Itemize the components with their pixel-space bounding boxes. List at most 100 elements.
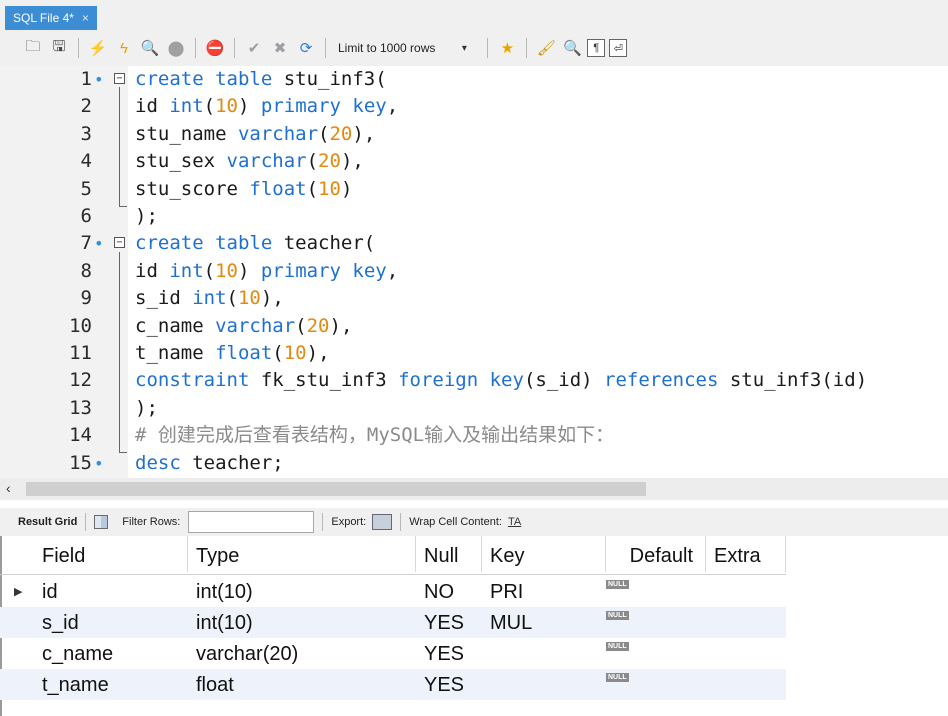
null-badge: NULL bbox=[606, 673, 629, 682]
cell-field[interactable]: s_id bbox=[34, 607, 188, 638]
code-line[interactable]: 12 constraint fk_stu_inf3 foreign key(s_i… bbox=[0, 367, 948, 394]
code-text: desc teacher; bbox=[135, 452, 284, 474]
result-grid[interactable]: Field Type Null Key Default Extra ▶ id int(10) N… bbox=[0, 536, 948, 716]
grid-icon[interactable] bbox=[94, 515, 109, 529]
line-number: 13 bbox=[69, 397, 92, 419]
cell-type[interactable]: float bbox=[188, 669, 416, 700]
cell-key[interactable]: PRI bbox=[482, 576, 606, 607]
cell-field[interactable]: id bbox=[34, 576, 188, 607]
execute-current-icon[interactable]: ϟ bbox=[113, 37, 135, 59]
column-header-field[interactable]: Field bbox=[34, 536, 188, 572]
cell-null[interactable]: YES bbox=[416, 638, 482, 669]
horizontal-scrollbar[interactable]: ‹ bbox=[0, 478, 948, 500]
cell-type[interactable]: varchar(20) bbox=[188, 638, 416, 669]
result-toolbar: Result Grid Filter Rows: Export: Wrap Ce… bbox=[0, 508, 948, 536]
save-icon[interactable]: 🖫 bbox=[48, 37, 70, 59]
code-line[interactable]: 8 id int(10) primary key, bbox=[0, 258, 948, 285]
wrap-toggle-icon[interactable]: TA bbox=[508, 516, 521, 528]
code-line[interactable]: 9 s_id int(10), bbox=[0, 285, 948, 312]
column-header-type[interactable]: Type bbox=[188, 536, 416, 572]
cell-extra[interactable] bbox=[706, 638, 786, 669]
line-number: 15 bbox=[69, 452, 92, 474]
limit-rows-select[interactable]: Limit to 1000 rows ▾ bbox=[334, 37, 479, 59]
export-icon[interactable] bbox=[372, 514, 393, 530]
tab-sql-file[interactable]: SQL File 4* × bbox=[5, 6, 97, 30]
null-badge: NULL bbox=[606, 642, 629, 651]
code-line[interactable]: 14 # 创建完成后查看表结构，MySQL输入及输出结果如下： bbox=[0, 422, 948, 449]
cell-key[interactable] bbox=[482, 638, 606, 669]
null-badge: NULL bbox=[606, 611, 629, 620]
autocommit-icon[interactable]: ⟳ bbox=[295, 37, 317, 59]
code-text: s_id int(10), bbox=[135, 287, 284, 309]
code-line[interactable]: 1 • − create table stu_inf3( bbox=[0, 66, 948, 93]
code-line[interactable]: 7 • − create table teacher( bbox=[0, 230, 948, 257]
editor-toolbar: 🗀 🖫 ⚡ ϟ 🔍 ⬤ ⛔ ✔ ✖ ⟳ Limit to 1000 rows ▾… bbox=[0, 30, 948, 66]
add-snippet-icon[interactable]: ★ bbox=[496, 37, 518, 59]
column-header-default[interactable]: Default bbox=[606, 536, 706, 572]
column-header-null[interactable]: Null bbox=[416, 536, 482, 572]
code-line[interactable]: 4 stu_sex varchar(20), bbox=[0, 148, 948, 175]
table-row[interactable]: s_id int(10) YES MUL NULL bbox=[0, 607, 786, 638]
line-number: 5 bbox=[80, 178, 92, 200]
fold-toggle-icon[interactable]: − bbox=[114, 73, 125, 84]
grid-header: Field Type Null Key Default Extra bbox=[0, 536, 786, 575]
code-line[interactable]: 3 stu_name varchar(20), bbox=[0, 121, 948, 148]
code-line[interactable]: 13); bbox=[0, 395, 948, 422]
cell-null[interactable]: YES bbox=[416, 669, 482, 700]
close-icon[interactable]: × bbox=[82, 7, 89, 29]
toolbar-separator bbox=[85, 513, 87, 531]
code-text: t_name float(10), bbox=[135, 342, 330, 364]
result-grid-label[interactable]: Result Grid bbox=[18, 516, 77, 528]
code-line[interactable]: 15 • desc teacher; bbox=[0, 450, 948, 477]
cell-field[interactable]: t_name bbox=[34, 669, 188, 700]
chevron-down-icon[interactable]: ▾ bbox=[453, 37, 475, 59]
cell-key[interactable] bbox=[482, 669, 606, 700]
word-wrap-icon[interactable]: ⏎ bbox=[609, 39, 628, 57]
line-number: 3 bbox=[80, 123, 92, 145]
filter-rows-input[interactable] bbox=[188, 511, 315, 533]
cell-null[interactable]: YES bbox=[416, 607, 482, 638]
cell-null[interactable]: NO bbox=[416, 576, 482, 607]
cell-extra[interactable] bbox=[706, 669, 786, 700]
code-text: # 创建完成后查看表结构，MySQL输入及输出结果如下： bbox=[135, 424, 615, 446]
toolbar-separator bbox=[195, 38, 196, 58]
sql-editor[interactable]: 1 • − create table stu_inf3(2 id int(10) pri… bbox=[0, 66, 948, 478]
stop-icon[interactable]: ⬤ bbox=[165, 37, 187, 59]
cell-type[interactable]: int(10) bbox=[188, 607, 416, 638]
table-row[interactable]: ▶ id int(10) NO PRI NULL bbox=[0, 576, 786, 607]
rollback-icon[interactable]: ✖ bbox=[269, 37, 291, 59]
beautify-icon[interactable]: 🖌 bbox=[535, 37, 557, 59]
statement-marker-icon: • bbox=[94, 70, 104, 89]
invisible-chars-icon[interactable]: ¶ bbox=[587, 39, 606, 57]
limit-rows-label: Limit to 1000 rows bbox=[338, 41, 436, 55]
line-number: 6 bbox=[80, 205, 92, 227]
open-folder-icon[interactable]: 🗀 bbox=[22, 37, 44, 59]
scroll-left-icon[interactable]: ‹ bbox=[6, 480, 11, 496]
table-row[interactable]: c_name varchar(20) YES NULL bbox=[0, 638, 786, 669]
toggle-error-icon[interactable]: ⛔ bbox=[204, 37, 226, 59]
table-row[interactable]: t_name float YES NULL bbox=[0, 669, 786, 700]
scrollbar-thumb[interactable] bbox=[26, 482, 646, 496]
commit-icon[interactable]: ✔ bbox=[243, 37, 265, 59]
statement-marker-icon: • bbox=[94, 454, 104, 473]
cell-type[interactable]: int(10) bbox=[188, 576, 416, 607]
code-line[interactable]: 6); bbox=[0, 203, 948, 230]
column-header-extra[interactable]: Extra bbox=[706, 536, 786, 572]
find-icon[interactable]: 🔍 bbox=[561, 37, 583, 59]
cell-extra[interactable] bbox=[706, 576, 786, 607]
code-line[interactable]: 10 c_name varchar(20), bbox=[0, 313, 948, 340]
code-line[interactable]: 2 id int(10) primary key, bbox=[0, 93, 948, 120]
fold-toggle-icon[interactable]: − bbox=[114, 237, 125, 248]
line-number: 11 bbox=[69, 342, 92, 364]
column-header-key[interactable]: Key bbox=[482, 536, 606, 572]
fold-guide bbox=[119, 252, 120, 452]
cell-field[interactable]: c_name bbox=[34, 638, 188, 669]
code-line[interactable]: 11 t_name float(10), bbox=[0, 340, 948, 367]
execute-icon[interactable]: ⚡ bbox=[87, 37, 109, 59]
code-line[interactable]: 5 stu_score float(10) bbox=[0, 176, 948, 203]
cell-extra[interactable] bbox=[706, 607, 786, 638]
code-text: c_name varchar(20), bbox=[135, 315, 353, 337]
explain-icon[interactable]: 🔍 bbox=[139, 37, 161, 59]
cell-key[interactable]: MUL bbox=[482, 607, 606, 638]
code-text: id int(10) primary key, bbox=[135, 95, 399, 117]
